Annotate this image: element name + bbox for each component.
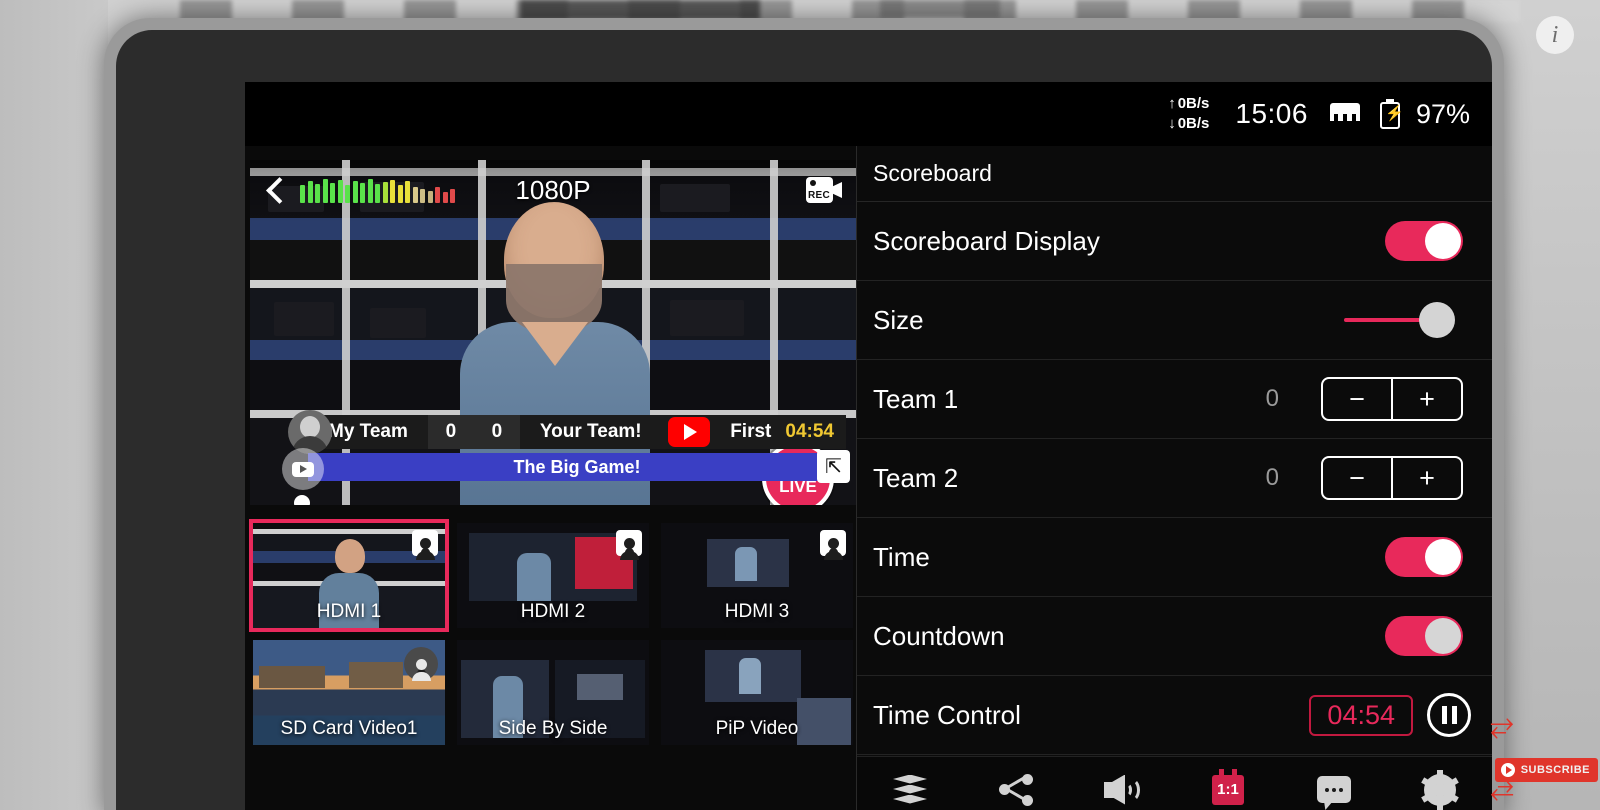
scoreboard-avatar [288, 410, 332, 454]
source-sd-card-video1[interactable]: SD Card Video1 [253, 640, 445, 745]
battery-percent: 97% [1416, 99, 1470, 130]
youtube-play-badge-icon [1501, 763, 1515, 777]
video-preview[interactable]: 1080P REC GO LIVE My Team 0 [250, 160, 856, 505]
scoreboard-settings-panel: Scoreboard Scoreboard Display Size [857, 146, 1492, 756]
team-2-stepper[interactable]: − + [1321, 456, 1463, 500]
team-2-score-value: 0 [1266, 464, 1279, 492]
volume-icon[interactable] [1099, 769, 1145, 810]
subscribe-label: SUBSCRIBE [1521, 764, 1590, 776]
source-pip-video[interactable]: PiP Video [661, 640, 853, 745]
source-label: HDMI 2 [457, 601, 649, 623]
row-time-control[interactable]: Time Control 04:54 [857, 676, 1492, 755]
person-badge-icon [820, 530, 846, 556]
source-label: HDMI 3 [661, 601, 853, 623]
person-badge-icon [412, 530, 438, 556]
team-2-plus-button[interactable]: + [1393, 458, 1461, 498]
battery-charging-icon: ⚡ [1380, 99, 1400, 129]
row-label: Time [873, 542, 1385, 573]
background-shelf-object-2 [880, 0, 1000, 18]
tablet-device: ↑0B/s ↓0B/s 15:06 ⚡ 97% [104, 18, 1504, 810]
scoreboard-icon[interactable]: 1:1 [1205, 769, 1251, 810]
row-size[interactable]: Size [857, 281, 1492, 360]
person-badge-icon [616, 530, 642, 556]
scoreboard-banner[interactable]: The Big Game! [308, 453, 846, 481]
source-label: Side By Side [457, 718, 649, 740]
info-icon[interactable]: i [1536, 16, 1574, 54]
slider-track [1344, 318, 1425, 322]
scoreboard-overlay[interactable]: My Team 0 0 Your Team! First 04:54 [308, 415, 846, 449]
row-team-1[interactable]: Team 1 0 − + [857, 360, 1492, 439]
source-side-by-side[interactable]: Side By Side [457, 640, 649, 745]
size-slider[interactable] [1164, 302, 1455, 338]
person-badge-round-icon [404, 647, 438, 681]
team-1-stepper[interactable]: − + [1321, 377, 1463, 421]
gear-icon[interactable] [1417, 769, 1463, 810]
row-label: Team 2 [873, 463, 1266, 494]
scoreboard-clock: 04:54 [785, 421, 846, 443]
source-label: PiP Video [661, 718, 853, 740]
scoreboard-period: First [716, 421, 785, 443]
row-label: Countdown [873, 621, 1385, 652]
slider-thumb[interactable] [1419, 302, 1455, 338]
scoreboard-team1-score: 0 [428, 415, 474, 449]
background-left [0, 0, 108, 810]
team-1-plus-button[interactable]: + [1393, 379, 1461, 419]
pause-icon[interactable] [1427, 693, 1471, 737]
row-team-2[interactable]: Team 2 0 − + [857, 439, 1492, 518]
row-countdown[interactable]: Countdown [857, 597, 1492, 676]
resize-handle-icon[interactable]: ⇱ [817, 450, 850, 483]
source-label: SD Card Video1 [253, 718, 445, 740]
row-label: Scoreboard Display [873, 226, 1385, 257]
scoreboard-display-toggle[interactable] [1385, 221, 1463, 261]
background-shelf-object [520, 0, 760, 20]
source-row-1: HDMI 1 HDMI 2 [250, 523, 856, 628]
source-hdmi-3[interactable]: HDMI 3 [661, 523, 853, 628]
download-speed: 0B/s [1178, 114, 1210, 134]
team-1-minus-button[interactable]: − [1323, 379, 1391, 419]
row-label: Team 1 [873, 384, 1266, 415]
status-bar: ↑0B/s ↓0B/s 15:06 ⚡ 97% [245, 82, 1492, 146]
youtube-progress-dot [294, 495, 310, 505]
settings-column: Scoreboard Scoreboard Display Size [856, 146, 1492, 810]
countdown-toggle[interactable] [1385, 616, 1463, 656]
resolution-label: 1080P [250, 175, 856, 206]
scoreboard-team2-name: Your Team! [520, 421, 662, 443]
scoreboard-icon-label: 1:1 [1212, 775, 1244, 805]
tablet-screen: ↑0B/s ↓0B/s 15:06 ⚡ 97% [245, 82, 1492, 810]
row-label: Time Control [873, 700, 1309, 731]
network-speed-indicator: ↑0B/s ↓0B/s [1168, 94, 1209, 135]
chat-icon[interactable] [1311, 769, 1357, 810]
preview-column: 1080P REC GO LIVE My Team 0 [245, 146, 856, 810]
youtube-watermark-play-icon [282, 448, 324, 490]
time-control-clock[interactable]: 04:54 [1309, 695, 1413, 736]
rec-icon[interactable]: REC [806, 177, 842, 203]
row-scoreboard-display[interactable]: Scoreboard Display [857, 202, 1492, 281]
youtube-play-icon [668, 417, 711, 447]
row-label: Size [873, 305, 1164, 336]
team-1-score-value: 0 [1266, 385, 1279, 413]
source-row-2: SD Card Video1 Side By Side [250, 640, 856, 745]
download-arrow-icon: ↓ [1168, 114, 1176, 134]
row-time[interactable]: Time [857, 518, 1492, 597]
source-label: HDMI 1 [253, 601, 445, 623]
status-clock: 15:06 [1235, 98, 1308, 130]
layers-icon[interactable] [887, 769, 933, 810]
source-hdmi-1[interactable]: HDMI 1 [253, 523, 445, 628]
share-icon[interactable] [993, 769, 1039, 810]
screenshot-scene: ↑0B/s ↓0B/s 15:06 ⚡ 97% [0, 0, 1600, 810]
panel-title: Scoreboard [857, 146, 1492, 202]
ethernet-icon [1330, 103, 1360, 125]
upload-speed: 0B/s [1178, 94, 1210, 114]
app-main: 1080P REC GO LIVE My Team 0 [245, 146, 1492, 810]
team-2-minus-button[interactable]: − [1323, 458, 1391, 498]
subscribe-button[interactable]: SUBSCRIBE [1495, 758, 1598, 782]
preview-top-bar: 1080P REC [250, 160, 856, 220]
scoreboard-team2-score: 0 [474, 415, 520, 449]
bottom-toolbar: 1:1 [857, 756, 1492, 810]
source-grid: HDMI 1 HDMI 2 [250, 523, 856, 810]
upload-arrow-icon: ↑ [1168, 94, 1176, 114]
source-hdmi-2[interactable]: HDMI 2 [457, 523, 649, 628]
time-toggle[interactable] [1385, 537, 1463, 577]
